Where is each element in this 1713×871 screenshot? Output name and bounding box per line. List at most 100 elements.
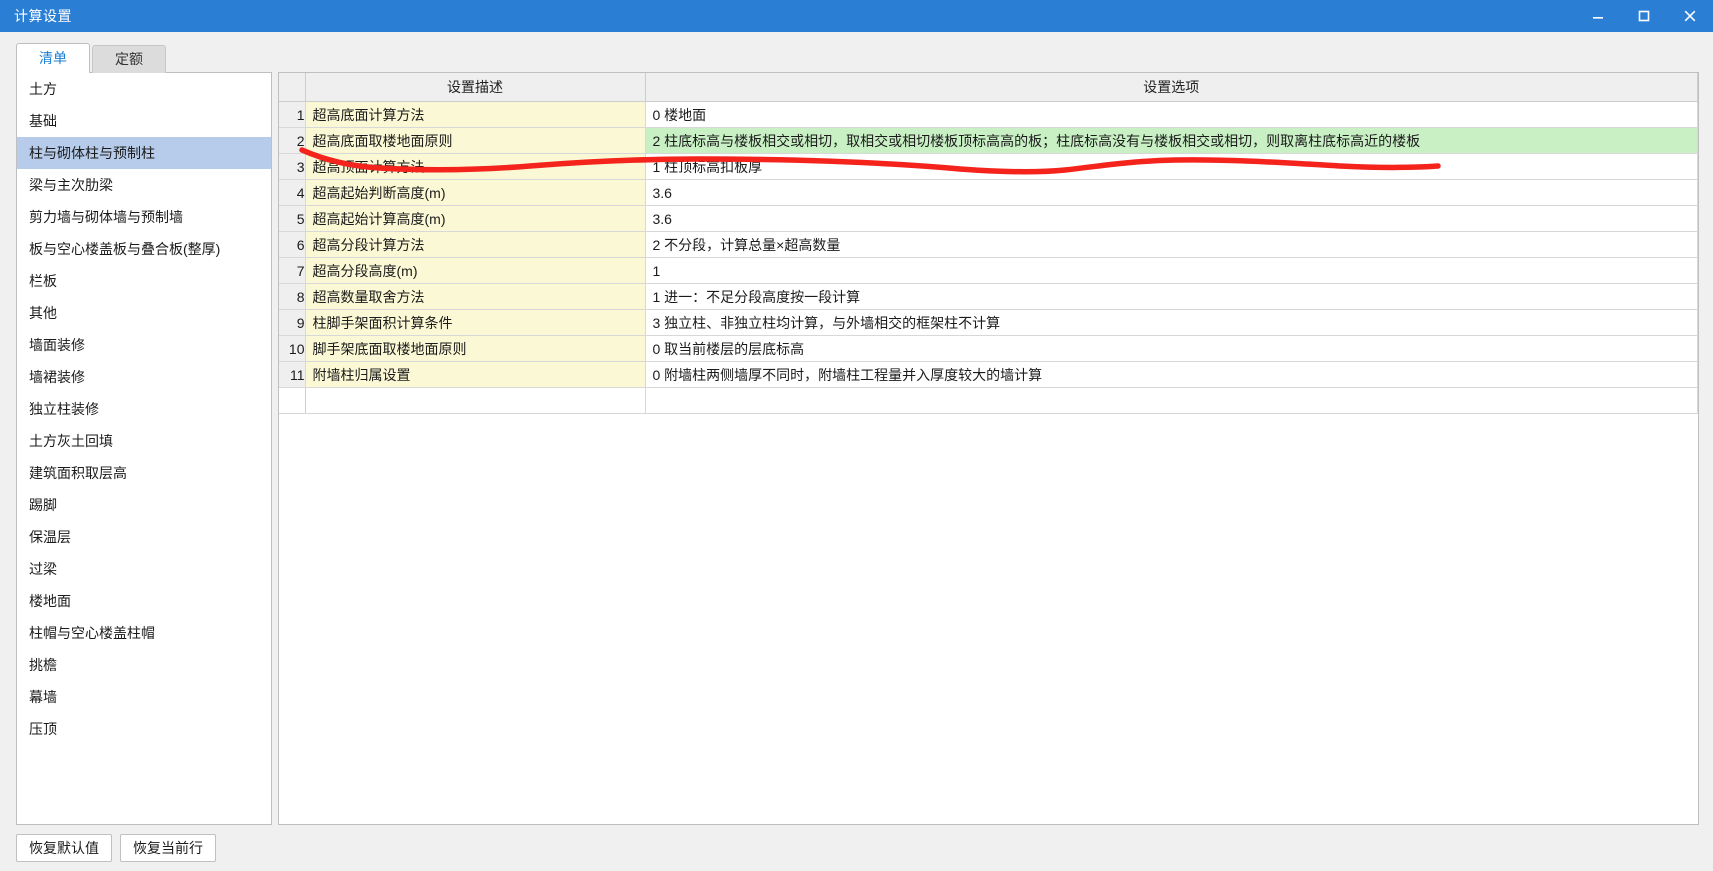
sidebar-item[interactable]: 踢脚 <box>17 489 271 521</box>
setting-option-cell[interactable]: 0 附墙柱两侧墙厚不同时，附墙柱工程量并入厚度较大的墙计算 <box>645 361 1698 388</box>
sidebar-item[interactable]: 柱帽与空心楼盖柱帽 <box>17 617 271 649</box>
settings-table: 设置描述 设置选项 1 超高底面计算方法 0 楼地面 2 超高底面取楼地面原则 2 柱底标… <box>279 73 1698 414</box>
setting-description-cell[interactable]: 超高顶面计算方法 <box>305 153 646 180</box>
sidebar-item-label: 过梁 <box>29 561 57 577</box>
table-row[interactable]: 11 附墙柱归属设置 0 附墙柱两侧墙厚不同时，附墙柱工程量并入厚度较大的墙计算 <box>279 361 1698 388</box>
table-row[interactable]: 10 脚手架底面取楼地面原则 0 取当前楼层的层底标高 <box>279 335 1698 362</box>
sidebar-item[interactable]: 墙面装修 <box>17 329 271 361</box>
row-index-cell: 9 <box>279 309 306 336</box>
sidebar-item-label: 压顶 <box>29 721 57 737</box>
setting-option-cell[interactable]: 1 进一：不足分段高度按一段计算 <box>645 283 1698 310</box>
sidebar-item[interactable]: 土方灰土回填 <box>17 425 271 457</box>
setting-description-cell[interactable]: 超高底面取楼地面原则 <box>305 127 646 154</box>
setting-description-cell[interactable]: 附墙柱归属设置 <box>305 361 646 388</box>
setting-description-cell[interactable]: 柱脚手架面积计算条件 <box>305 309 646 336</box>
close-button[interactable] <box>1667 0 1713 32</box>
sidebar-item[interactable]: 过梁 <box>17 553 271 585</box>
setting-option-cell[interactable]: 3.6 <box>645 179 1698 206</box>
table-row[interactable]: 1 超高底面计算方法 0 楼地面 <box>279 101 1698 128</box>
table-header-row: 设置描述 设置选项 <box>279 73 1698 102</box>
setting-description-cell[interactable]: 超高底面计算方法 <box>305 101 646 128</box>
sidebar-item-label: 梁与主次肋梁 <box>29 177 113 193</box>
table-row[interactable]: 9 柱脚手架面积计算条件 3 独立柱、非独立柱均计算，与外墙相交的框架柱不计算 <box>279 309 1698 336</box>
setting-option-cell[interactable]: 3.6 <box>645 205 1698 232</box>
table-row[interactable]: 4 超高起始判断高度(m) 3.6 <box>279 179 1698 206</box>
setting-description-cell[interactable]: 脚手架底面取楼地面原则 <box>305 335 646 362</box>
category-sidebar[interactable]: 土方基础柱与砌体柱与预制柱梁与主次肋梁剪力墙与砌体墙与预制墙板与空心楼盖板与叠合… <box>16 72 272 825</box>
sidebar-item-label: 板与空心楼盖板与叠合板(整厚) <box>29 241 221 257</box>
sidebar-item[interactable]: 板与空心楼盖板与叠合板(整厚) <box>17 233 271 265</box>
table-row[interactable]: 5 超高起始计算高度(m) 3.6 <box>279 205 1698 232</box>
table-filler-cell <box>279 387 306 414</box>
setting-option-cell[interactable]: 0 取当前楼层的层底标高 <box>645 335 1698 362</box>
row-index-cell: 6 <box>279 231 306 258</box>
sidebar-item[interactable]: 保温层 <box>17 521 271 553</box>
sidebar-item[interactable]: 挑檐 <box>17 649 271 681</box>
column-header-description[interactable]: 设置描述 <box>305 73 646 102</box>
restore-defaults-button[interactable]: 恢复默认值 <box>16 834 112 862</box>
table-row[interactable]: 8 超高数量取舍方法 1 进一：不足分段高度按一段计算 <box>279 283 1698 310</box>
restore-current-row-button[interactable]: 恢复当前行 <box>120 834 216 862</box>
sidebar-item[interactable]: 梁与主次肋梁 <box>17 169 271 201</box>
sidebar-item-label: 挑檐 <box>29 657 57 673</box>
setting-description-cell[interactable]: 超高分段计算方法 <box>305 231 646 258</box>
tab-dinge-label: 定额 <box>115 51 143 67</box>
setting-option-cell[interactable]: 3 独立柱、非独立柱均计算，与外墙相交的框架柱不计算 <box>645 309 1698 336</box>
tab-bar: 清单 定额 <box>0 32 1713 73</box>
title-bar: 计算设置 <box>0 0 1713 32</box>
table-row[interactable]: 3 超高顶面计算方法 1 柱顶标高扣板厚 <box>279 153 1698 180</box>
setting-option-cell[interactable]: 2 柱底标高与楼板相交或相切，取相交或相切楼板顶标高高的板；柱底标高没有与楼板相… <box>645 127 1698 154</box>
setting-option-cell[interactable]: 2 不分段，计算总量×超高数量 <box>645 231 1698 258</box>
sidebar-item[interactable]: 建筑面积取层高 <box>17 457 271 489</box>
sidebar-item-label: 楼地面 <box>29 593 71 609</box>
column-header-index[interactable] <box>279 73 306 102</box>
sidebar-item-label: 其他 <box>29 305 57 321</box>
sidebar-item-label: 墙裙装修 <box>29 369 85 385</box>
setting-option-cell[interactable]: 1 <box>645 257 1698 284</box>
footer-bar: 恢复默认值 恢复当前行 <box>0 825 1713 871</box>
tab-qingdan[interactable]: 清单 <box>16 43 90 73</box>
row-index-cell: 7 <box>279 257 306 284</box>
column-header-option[interactable]: 设置选项 <box>645 73 1698 102</box>
tab-qingdan-label: 清单 <box>39 50 67 66</box>
sidebar-item[interactable]: 土方 <box>17 73 271 105</box>
sidebar-item[interactable]: 其他 <box>17 297 271 329</box>
table-filler-cell <box>305 387 646 414</box>
sidebar-item-label: 保温层 <box>29 529 71 545</box>
sidebar-item-label: 墙面装修 <box>29 337 85 353</box>
table-body: 1 超高底面计算方法 0 楼地面 2 超高底面取楼地面原则 2 柱底标高与楼板相交或相切，… <box>279 101 1698 414</box>
setting-description-cell[interactable]: 超高数量取舍方法 <box>305 283 646 310</box>
sidebar-item-label: 基础 <box>29 113 57 129</box>
sidebar-item[interactable]: 独立柱装修 <box>17 393 271 425</box>
sidebar-item[interactable]: 剪力墙与砌体墙与预制墙 <box>17 201 271 233</box>
sidebar-item[interactable]: 压顶 <box>17 713 271 745</box>
table-row[interactable]: 7 超高分段高度(m) 1 <box>279 257 1698 284</box>
sidebar-item[interactable]: 楼地面 <box>17 585 271 617</box>
row-index-cell: 4 <box>279 179 306 206</box>
setting-description-cell[interactable]: 超高分段高度(m) <box>305 257 646 284</box>
table-header: 设置描述 设置选项 <box>279 73 1698 102</box>
table-filler-row <box>279 387 1698 414</box>
sidebar-item[interactable]: 墙裙装修 <box>17 361 271 393</box>
maximize-button[interactable] <box>1621 0 1667 32</box>
setting-description-cell[interactable]: 超高起始计算高度(m) <box>305 205 646 232</box>
setting-option-cell[interactable]: 0 楼地面 <box>645 101 1698 128</box>
sidebar-item[interactable]: 柱与砌体柱与预制柱 <box>17 137 271 169</box>
tab-dinge[interactable]: 定额 <box>92 45 166 73</box>
table-row[interactable]: 6 超高分段计算方法 2 不分段，计算总量×超高数量 <box>279 231 1698 258</box>
row-index-cell: 8 <box>279 283 306 310</box>
row-index-cell: 5 <box>279 205 306 232</box>
sidebar-item-label: 栏板 <box>29 273 57 289</box>
calculation-settings-window: 计算设置 清单 定额 土方 基础 柱与砌体柱与预制柱 梁与主次肋梁 剪力墙与砌体… <box>0 0 1713 871</box>
sidebar-item[interactable]: 栏板 <box>17 265 271 297</box>
setting-description-cell[interactable]: 超高起始判断高度(m) <box>305 179 646 206</box>
sidebar-item[interactable]: 基础 <box>17 105 271 137</box>
sidebar-item-label: 幕墙 <box>29 689 57 705</box>
sidebar-item-label: 剪力墙与砌体墙与预制墙 <box>29 209 183 225</box>
dialog-body: 清单 定额 土方基础柱与砌体柱与预制柱梁与主次肋梁剪力墙与砌体墙与预制墙板与空心… <box>0 32 1713 871</box>
table-row[interactable]: 2 超高底面取楼地面原则 2 柱底标高与楼板相交或相切，取相交或相切楼板顶标高高的板… <box>279 127 1698 154</box>
sidebar-item[interactable]: 幕墙 <box>17 681 271 713</box>
table-filler-cell <box>645 387 1698 414</box>
minimize-button[interactable] <box>1575 0 1621 32</box>
setting-option-cell[interactable]: 1 柱顶标高扣板厚 <box>645 153 1698 180</box>
